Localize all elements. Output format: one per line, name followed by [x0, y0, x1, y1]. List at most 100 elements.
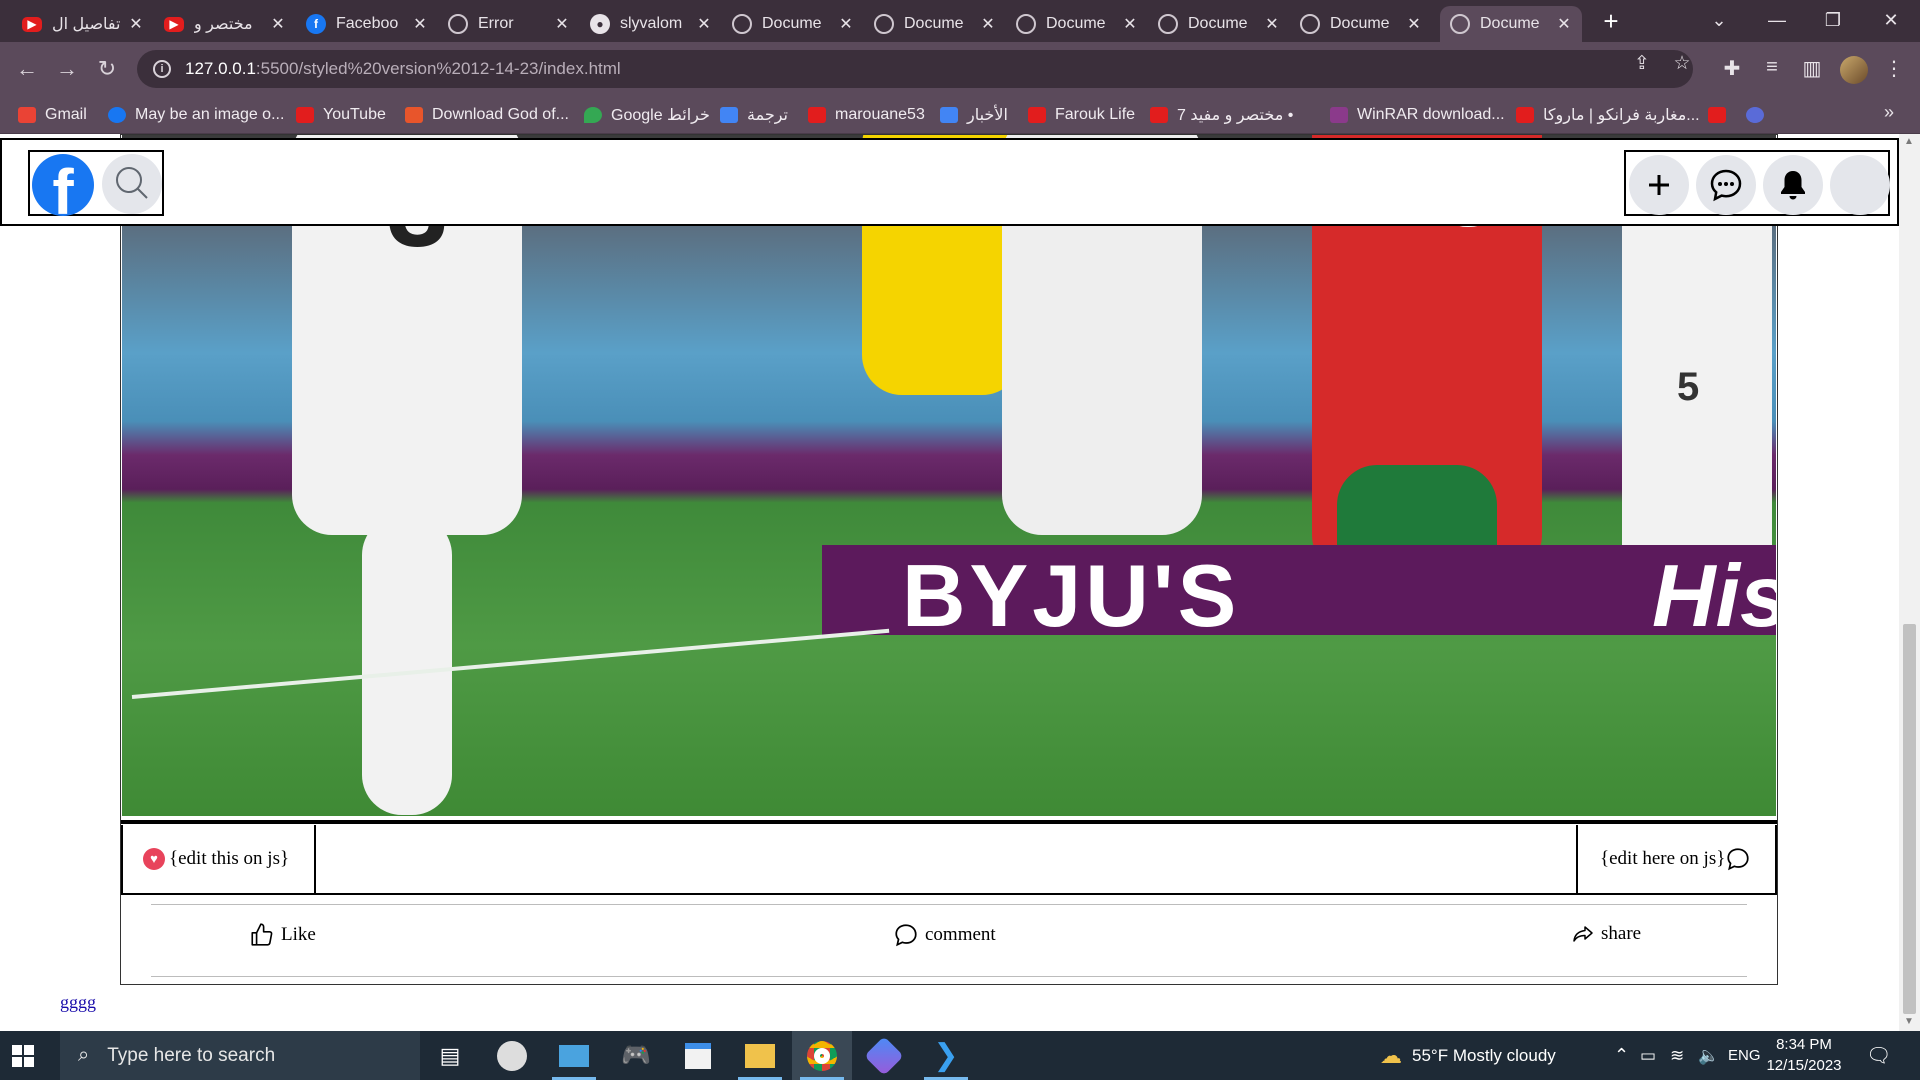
address-bar[interactable]: i 127.0.0.1:5500/styled%20version%2012-1…: [137, 50, 1693, 88]
mail-app-icon[interactable]: [544, 1031, 604, 1080]
account-avatar[interactable]: [1830, 155, 1890, 215]
wifi-icon[interactable]: ≋: [1670, 1031, 1684, 1080]
volume-icon[interactable]: 🔈: [1698, 1031, 1719, 1080]
bookmark-item[interactable]: مغاربة فرانكو | ماروكا...: [1516, 104, 1700, 126]
bookmark-item[interactable]: الأخبار: [940, 104, 1008, 126]
reaction-count[interactable]: ♥ {edit this on js}: [123, 825, 316, 893]
notifications-button[interactable]: [1763, 155, 1823, 215]
copilot-app-icon[interactable]: [854, 1031, 914, 1080]
heart-icon: ♥: [143, 848, 165, 870]
comment-button[interactable]: comment: [893, 922, 996, 948]
close-icon[interactable]: ✕: [1122, 14, 1138, 34]
comment-label: comment: [925, 924, 996, 945]
close-icon[interactable]: ✕: [128, 14, 144, 34]
bookmark-item[interactable]: [1708, 104, 1735, 126]
scroll-thumb[interactable]: [1903, 624, 1916, 1014]
notification-center-icon[interactable]: 🗨: [1866, 1031, 1891, 1080]
tab-title: Docume: [1188, 15, 1248, 32]
close-icon[interactable]: ✕: [412, 14, 428, 34]
browser-tab[interactable]: ▶ تفاصيل ال ✕: [12, 6, 154, 42]
extensions-icon[interactable]: ✚: [1718, 56, 1746, 81]
close-icon[interactable]: ✕: [554, 14, 570, 34]
tab-search-icon[interactable]: ⌄: [1696, 0, 1742, 40]
windows-start-icon[interactable]: [12, 1045, 34, 1067]
bookmark-item[interactable]: WinRAR download...: [1330, 104, 1505, 126]
weather-widget[interactable]: ☁ 55°F Mostly cloudy: [1380, 1031, 1556, 1080]
tab-title: Docume: [1046, 15, 1106, 32]
clock-app-icon[interactable]: [482, 1031, 542, 1080]
close-icon[interactable]: ✕: [838, 14, 854, 34]
browser-tab[interactable]: Docume ✕: [1148, 6, 1290, 42]
task-view-icon[interactable]: ▤: [420, 1031, 480, 1080]
tab-title: Docume: [1480, 15, 1540, 32]
bookmark-item[interactable]: Gmail: [18, 104, 87, 126]
bookmark-item[interactable]: Farouk Life: [1028, 104, 1135, 126]
share-icon[interactable]: ⇪: [1630, 52, 1654, 75]
messenger-button[interactable]: [1696, 155, 1756, 215]
taskbar-search[interactable]: ⌕ Type here to search: [60, 1031, 420, 1080]
vscode-app-icon[interactable]: ❯: [916, 1031, 976, 1080]
globe-icon: [874, 14, 894, 34]
like-button[interactable]: Like: [249, 922, 316, 948]
scroll-up-icon[interactable]: ▲: [1904, 136, 1914, 147]
search-button[interactable]: [102, 154, 162, 214]
bookmark-item[interactable]: [1746, 104, 1773, 126]
close-icon[interactable]: ✕: [1556, 14, 1572, 34]
close-window-button[interactable]: ✕: [1868, 0, 1914, 40]
restore-button[interactable]: ❐: [1810, 0, 1856, 40]
clock-time: 8:34 PM: [1776, 1036, 1832, 1053]
facebook-logo-icon[interactable]: f: [32, 154, 94, 216]
game-app-icon[interactable]: 🎮: [606, 1031, 666, 1080]
page-link[interactable]: gggg: [60, 992, 96, 1013]
battery-icon[interactable]: ▭: [1640, 1031, 1656, 1080]
share-button[interactable]: share: [1571, 922, 1641, 946]
side-panel-icon[interactable]: ▥: [1798, 56, 1826, 81]
file-explorer-icon[interactable]: [730, 1031, 790, 1080]
bookmark-item[interactable]: ترجمة: [720, 104, 788, 126]
reload-icon[interactable]: ↻: [92, 54, 122, 84]
bookmark-item[interactable]: YouTube: [296, 104, 386, 126]
media-controls-icon[interactable]: ≡: [1758, 56, 1786, 79]
bell-icon: [1781, 171, 1805, 200]
player-legs: [362, 515, 452, 815]
comment-count[interactable]: {edit here on js}: [1576, 825, 1775, 893]
bookmark-item[interactable]: Google خرائط: [584, 104, 710, 126]
bookmarks-overflow-icon[interactable]: »: [1884, 102, 1894, 123]
menu-kebab-icon[interactable]: ⋮: [1880, 56, 1908, 81]
browser-tab[interactable]: ● slyvalom ✕: [580, 6, 722, 42]
close-icon[interactable]: ✕: [270, 14, 286, 34]
browser-tab[interactable]: Docume ✕: [864, 6, 1006, 42]
close-icon[interactable]: ✕: [1406, 14, 1422, 34]
browser-tab[interactable]: Docume ✕: [1006, 6, 1148, 42]
browser-tab[interactable]: Error ✕: [438, 6, 580, 42]
forward-icon[interactable]: →: [52, 54, 82, 84]
browser-tab[interactable]: Docume ✕: [722, 6, 864, 42]
site-info-icon[interactable]: i: [153, 60, 171, 78]
new-tab-button[interactable]: +: [1596, 6, 1626, 36]
store-app-icon[interactable]: [668, 1031, 728, 1080]
browser-tab[interactable]: f Faceboo ✕: [296, 6, 438, 42]
minimize-button[interactable]: —: [1754, 0, 1800, 40]
bookmark-item[interactable]: May be an image o...: [108, 104, 284, 126]
bookmark-item[interactable]: Download God of...: [405, 104, 569, 126]
close-icon[interactable]: ✕: [696, 14, 712, 34]
taskbar-clock[interactable]: 8:34 PM 12/15/2023: [1756, 1034, 1852, 1076]
browser-tab-active[interactable]: Docume ✕: [1440, 6, 1582, 42]
browser-tab[interactable]: ▶ مختصر و ✕: [154, 6, 296, 42]
tray-chevron-icon[interactable]: ⌃: [1614, 1031, 1629, 1080]
bookmark-star-icon[interactable]: ☆: [1670, 52, 1694, 75]
comment-icon: [895, 924, 917, 947]
bookmark-item[interactable]: marouane53: [808, 104, 925, 126]
scrollbar[interactable]: ▲ ▼: [1899, 134, 1920, 1031]
back-icon[interactable]: ←: [12, 54, 42, 84]
close-icon[interactable]: ✕: [1264, 14, 1280, 34]
bookmark-item[interactable]: 7 مختصر و مفيد •: [1150, 104, 1293, 126]
create-button[interactable]: [1629, 155, 1689, 215]
post-card: 3 15 5 BYJU'S His ♥ {edit this on js} {e…: [120, 134, 1778, 985]
ad-board-text: His: [1652, 546, 1776, 645]
browser-tab[interactable]: Docume ✕: [1290, 6, 1432, 42]
chrome-app-icon[interactable]: [792, 1031, 852, 1080]
close-icon[interactable]: ✕: [980, 14, 996, 34]
profile-avatar[interactable]: [1840, 56, 1868, 84]
scroll-down-icon[interactable]: ▼: [1904, 1016, 1914, 1027]
